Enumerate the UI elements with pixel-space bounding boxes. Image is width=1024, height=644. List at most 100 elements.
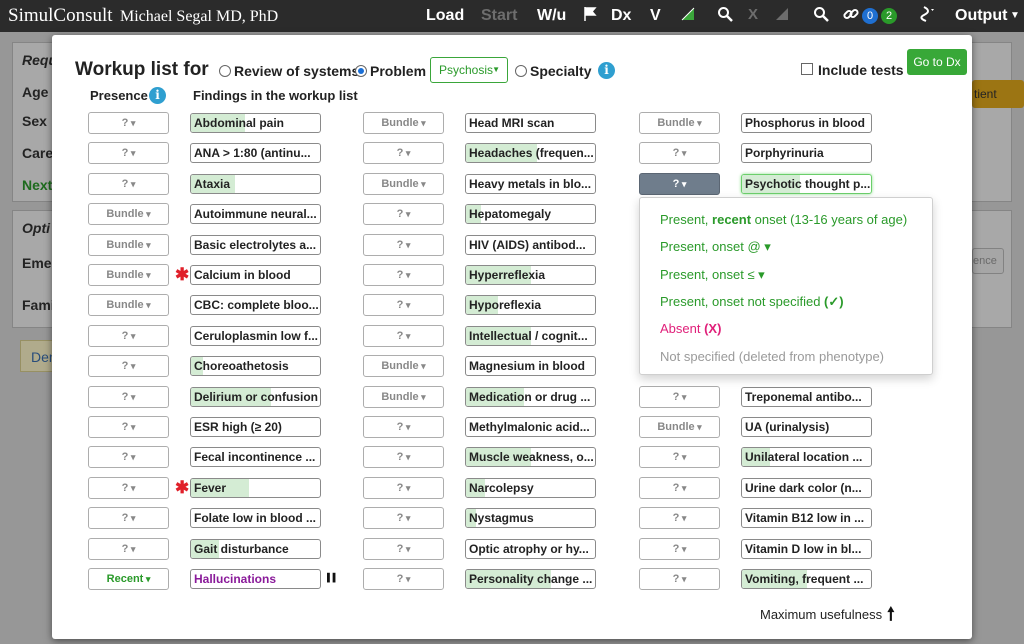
include-tests-checkbox[interactable] xyxy=(801,63,813,75)
presence-dropdown[interactable]: Bundle ▾ xyxy=(363,172,444,195)
finding-item[interactable]: Treponemal antibo... xyxy=(741,386,872,407)
link-icon[interactable] xyxy=(842,6,860,24)
flag-icon[interactable] xyxy=(581,6,599,24)
finding-item[interactable]: UA (urinalysis) xyxy=(741,417,872,437)
presence-dropdown[interactable]: ? ▾ xyxy=(639,476,720,499)
dropdown-option[interactable]: Present, onset not specified (✓) xyxy=(660,294,844,310)
finding-item[interactable]: ANA > 1:80 (antinu... xyxy=(190,143,321,164)
presence-dropdown[interactable]: Bundle ▾ xyxy=(363,355,444,378)
dropdown-option[interactable]: Present, recent onset (13-16 years of ag… xyxy=(660,212,907,227)
presence-dropdown[interactable]: ? ▾ xyxy=(639,142,720,165)
go-to-dx-button[interactable]: Go to Dx xyxy=(907,49,967,75)
finding-item[interactable]: Abdominal pain xyxy=(190,113,321,133)
finding-item[interactable]: Medication or drug ... xyxy=(465,386,596,407)
presence-dropdown[interactable]: ? ▾ xyxy=(639,172,720,195)
finding-item[interactable]: Hepatomegaly xyxy=(465,204,596,225)
presence-dropdown[interactable]: ? ▾ xyxy=(639,446,720,469)
gene-icon[interactable] xyxy=(918,6,936,24)
finding-item[interactable]: Narcolepsy xyxy=(465,477,596,498)
finding-item[interactable]: Nystagmus xyxy=(465,508,596,529)
finding-item[interactable]: Phosphorus in blood xyxy=(741,113,872,133)
finding-item[interactable]: Muscle weakness, o... xyxy=(465,447,596,468)
brand-logo[interactable]: SimulConsult xyxy=(8,5,113,27)
dropdown-option[interactable]: Present, onset @ ▾ xyxy=(660,239,771,255)
presence-dropdown[interactable]: ? ▾ xyxy=(363,416,444,438)
presence-dropdown[interactable]: Bundle ▾ xyxy=(88,264,169,286)
include-tests-label[interactable]: Include tests xyxy=(818,62,904,78)
finding-item[interactable]: Ataxia xyxy=(190,173,321,194)
finding-item[interactable]: Hyperreflexia xyxy=(465,265,596,285)
finding-item[interactable]: Intellectual / cognit... xyxy=(465,325,596,346)
finding-item[interactable]: Magnesium in blood xyxy=(465,356,596,377)
presence-dropdown[interactable]: ? ▾ xyxy=(88,476,169,499)
presence-dropdown[interactable]: ? ▾ xyxy=(639,385,720,408)
radio-label[interactable]: Specialty xyxy=(530,63,591,79)
finding-item[interactable]: Hallucinations xyxy=(190,569,321,589)
presence-dropdown[interactable]: ? ▾ xyxy=(88,324,169,347)
x-icon[interactable]: X xyxy=(744,6,762,24)
finding-item[interactable]: CBC: complete bloo... xyxy=(190,295,321,316)
radio-specialty[interactable] xyxy=(515,65,527,77)
nav-load[interactable]: Load xyxy=(426,7,464,25)
presence-dropdown[interactable]: Bundle ▾ xyxy=(88,203,169,226)
dropdown-option[interactable]: Absent (X) xyxy=(660,321,721,336)
finding-item[interactable]: Hyporeflexia xyxy=(465,295,596,316)
finding-item[interactable]: Vitamin B12 low in ... xyxy=(741,508,872,529)
info-icon[interactable]: i xyxy=(598,62,615,79)
presence-dropdown[interactable]: ? ▾ xyxy=(363,568,444,590)
pause-icon[interactable]: ▌▌ xyxy=(327,573,338,582)
search-icon[interactable] xyxy=(812,6,830,24)
presence-dropdown[interactable]: ? ▾ xyxy=(88,112,169,134)
finding-item[interactable]: Optic atrophy or hy... xyxy=(465,538,596,559)
finding-item[interactable]: Porphyrinuria xyxy=(741,143,872,164)
dropdown-option[interactable]: Present, onset ≤ ▾ xyxy=(660,267,765,283)
info-icon[interactable]: i xyxy=(149,87,166,104)
presence-dropdown[interactable]: ? ▾ xyxy=(639,537,720,560)
dropdown-option[interactable]: Not specified (deleted from phenotype) xyxy=(660,349,884,364)
finding-item[interactable]: Vitamin D low in bl... xyxy=(741,538,872,559)
triangle-icon[interactable] xyxy=(679,6,697,24)
finding-item[interactable]: Urine dark color (n... xyxy=(741,477,872,498)
radio-label[interactable]: Problem xyxy=(370,63,426,79)
finding-item[interactable]: Head MRI scan xyxy=(465,113,596,133)
presence-dropdown[interactable]: ? ▾ xyxy=(88,385,169,408)
finding-item[interactable]: Gait disturbance xyxy=(190,538,321,559)
nav-output[interactable]: Output xyxy=(955,7,1007,25)
presence-dropdown[interactable]: ? ▾ xyxy=(363,476,444,499)
presence-dropdown[interactable]: ? ▾ xyxy=(363,294,444,317)
chevron-down-icon[interactable]: ▼ xyxy=(1006,10,1024,28)
finding-item[interactable]: Choreoathetosis xyxy=(190,356,321,377)
nav-start[interactable]: Start xyxy=(481,7,517,25)
finding-item[interactable]: ESR high (≥ 20) xyxy=(190,417,321,437)
presence-dropdown[interactable]: ? ▾ xyxy=(88,416,169,438)
finding-item[interactable]: Basic electrolytes a... xyxy=(190,234,321,255)
presence-dropdown[interactable]: ? ▾ xyxy=(363,142,444,165)
presence-dropdown[interactable]: ? ▾ xyxy=(363,507,444,530)
radio-review-of-systems[interactable] xyxy=(219,65,231,77)
finding-item[interactable]: Vomiting, frequent ... xyxy=(741,569,872,589)
presence-dropdown[interactable]: Bundle ▾ xyxy=(639,416,720,438)
finding-item[interactable]: Delirium or confusion xyxy=(190,386,321,407)
finding-item[interactable]: Ceruloplasmin low f... xyxy=(190,325,321,346)
finding-item[interactable]: Fever xyxy=(190,477,321,498)
presence-dropdown[interactable]: ? ▾ xyxy=(88,142,169,165)
presence-dropdown[interactable]: ? ▾ xyxy=(88,446,169,469)
presence-dropdown[interactable]: Recent ▾ xyxy=(88,568,169,590)
presence-dropdown[interactable]: Bundle ▾ xyxy=(88,233,169,256)
presence-dropdown[interactable]: ? ▾ xyxy=(88,172,169,195)
presence-dropdown[interactable]: ? ▾ xyxy=(88,537,169,560)
search-icon[interactable] xyxy=(716,6,734,24)
finding-item[interactable]: HIV (AIDS) antibod... xyxy=(465,234,596,255)
presence-dropdown[interactable]: ? ▾ xyxy=(639,507,720,530)
presence-dropdown[interactable]: ? ▾ xyxy=(639,568,720,590)
radio-label[interactable]: Review of systems xyxy=(234,63,359,79)
presence-dropdown[interactable]: ? ▾ xyxy=(363,324,444,347)
triangle-icon[interactable] xyxy=(773,6,791,24)
presence-dropdown[interactable]: ? ▾ xyxy=(88,355,169,378)
finding-item[interactable]: Autoimmune neural... xyxy=(190,204,321,225)
finding-item[interactable]: Heavy metals in blo... xyxy=(465,173,596,194)
finding-item[interactable]: Folate low in blood ... xyxy=(190,508,321,529)
finding-item[interactable]: Personality change ... xyxy=(465,569,596,589)
nav-dx[interactable]: Dx xyxy=(611,7,631,25)
nav-workup[interactable]: W/u xyxy=(537,7,566,25)
